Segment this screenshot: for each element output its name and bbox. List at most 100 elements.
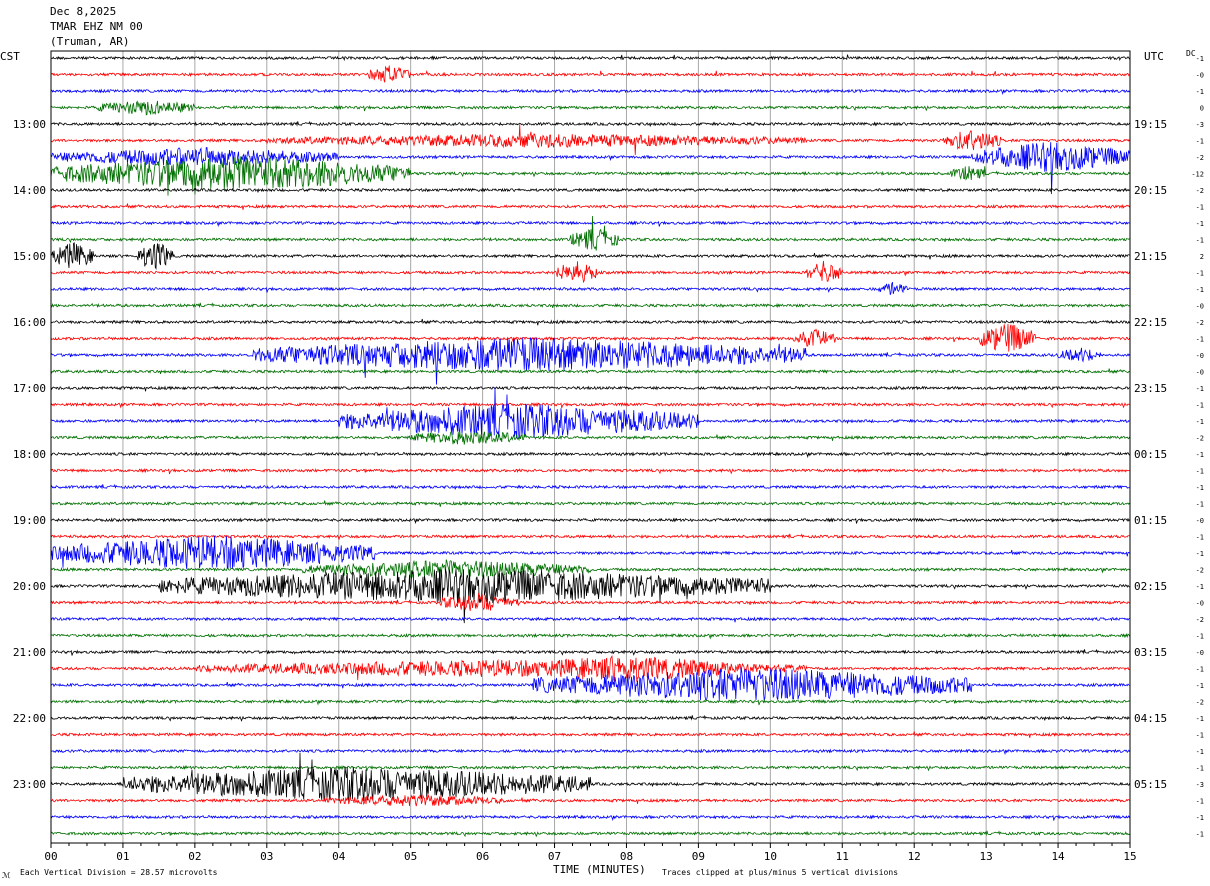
trace-line-37 [50,655,1130,682]
dc-offset-label: -1 [1196,831,1204,839]
trace-line-25 [50,467,1130,475]
trace-line-30 [50,535,1130,570]
cst-tick-label: 17:00 [13,382,46,395]
trace-line-2 [50,88,1130,96]
x-tick-label: 09 [692,850,705,863]
trace-line-22 [50,387,1130,440]
dc-offset-label: -2 [1196,319,1204,327]
dc-offset-label: -3 [1196,781,1204,789]
trace-line-11 [50,216,1130,251]
dc-offset-label: -1 [1196,748,1204,756]
trace-line-38 [50,667,1130,701]
trace-line-39 [50,698,1130,706]
utc-tick-label: 00:15 [1134,448,1167,461]
dc-offset-label: -0 [1196,600,1204,608]
cst-tick-label: 22:00 [13,712,46,725]
dc-offset-label: -1 [1196,633,1204,641]
dc-offset-label: -3 [1196,121,1204,129]
x-tick-label: 03 [260,850,273,863]
trace-line-40 [50,714,1130,722]
dc-offset-label: -1 [1196,468,1204,476]
dc-offset-label: -1 [1196,765,1204,773]
utc-tick-label: 03:15 [1134,646,1167,659]
dc-offset-label: -2 [1196,699,1204,707]
x-tick-label: 10 [764,850,777,863]
dc-offset-label: -1 [1196,814,1204,822]
dc-offset-label: -1 [1196,270,1204,278]
trace-line-4 [50,120,1130,127]
trace-line-14 [50,281,1130,295]
x-tick-label: 02 [188,850,201,863]
trace-line-33 [50,592,1130,611]
trace-line-21 [50,401,1130,409]
trace-line-9 [50,203,1130,210]
dc-offset-label: -1 [1196,418,1204,426]
dc-offset-label: 0 [1200,105,1204,113]
dc-offset-label: -12 [1191,171,1204,179]
utc-tick-label: 04:15 [1134,712,1167,725]
trace-line-24 [50,451,1130,459]
trace-line-45 [50,793,1130,807]
trace-line-28 [50,517,1130,525]
trace-line-34 [50,615,1130,623]
cst-tick-label: 13:00 [13,118,46,131]
x-tick-label: 14 [1051,850,1065,863]
utc-tick-label: 21:15 [1134,250,1167,263]
x-tick-label: 07 [548,850,561,863]
utc-tick-label: 05:15 [1134,778,1167,791]
dc-offset-label: -1 [1196,286,1204,294]
utc-tick-label: 20:15 [1134,184,1167,197]
cst-tick-label: 16:00 [13,316,46,329]
corner-mark: ℳ [2,871,11,880]
dc-offset-label: -1 [1196,501,1204,509]
x-tick-label: 04 [332,850,346,863]
dc-offset-label: -1 [1196,336,1204,344]
dc-offset-label: -1 [1196,682,1204,690]
dc-offset-label: -2 [1196,616,1204,624]
cst-tick-label: 20:00 [13,580,46,593]
dc-offset-label: -1 [1196,385,1204,393]
dc-offset-label: -0 [1196,517,1204,525]
dc-offset-label: -1 [1196,583,1204,591]
x-axis-title: TIME (MINUTES) [553,863,646,876]
dc-offset-label: -1 [1196,798,1204,806]
scale-note: Each Vertical Division = 28.57 microvolt… [20,868,218,877]
dc-offset-label: -1 [1196,138,1204,146]
dc-offset-label: -0 [1196,649,1204,657]
trace-line-35 [50,632,1130,640]
x-axis: 00 01 02 03 04 05 06 07 08 09 10 11 12 13 14 15 [44,843,1137,863]
dc-offset-label: -1 [1196,666,1204,674]
dc-offset-label: -1 [1196,550,1204,558]
trace-line-5 [50,124,1130,155]
x-tick-label: 00 [44,850,57,863]
utc-tick-label: 22:15 [1134,316,1167,329]
trace-line-16 [50,318,1130,326]
x-tick-label: 01 [116,850,129,863]
trace-line-17 [50,323,1130,352]
trace-line-19 [50,368,1130,375]
trace-line-26 [50,483,1130,490]
x-tick-label: 08 [620,850,633,863]
trace-line-20 [50,385,1130,392]
time-labels: 13:00 14:00 15:00 16:00 17:00 18:00 19:00 20:00… [13,55,1204,839]
x-tick-label: 11 [836,850,849,863]
trace-line-15 [50,302,1130,309]
cst-tick-label: 18:00 [13,448,46,461]
dc-offset-label: -2 [1196,187,1204,195]
dc-offset-label: -2 [1196,435,1204,443]
x-tick-label: 13 [980,850,993,863]
dc-offset-label: -0 [1196,369,1204,377]
trace-line-0 [50,54,1130,62]
dc-offset-label: -1 [1196,88,1204,96]
trace-line-44 [50,752,1130,802]
trace-line-29 [50,533,1130,541]
dc-offset-label: -1 [1196,204,1204,212]
trace-line-3 [50,100,1130,116]
dc-offset-label: -1 [1196,55,1204,63]
trace-line-47 [50,830,1130,838]
trace-line-13 [50,260,1130,284]
dc-offset-label: -1 [1196,402,1204,410]
dc-offset-label: -2 [1196,154,1204,162]
dc-offset-label: -1 [1196,484,1204,492]
dc-offset-label: -0 [1196,303,1204,311]
